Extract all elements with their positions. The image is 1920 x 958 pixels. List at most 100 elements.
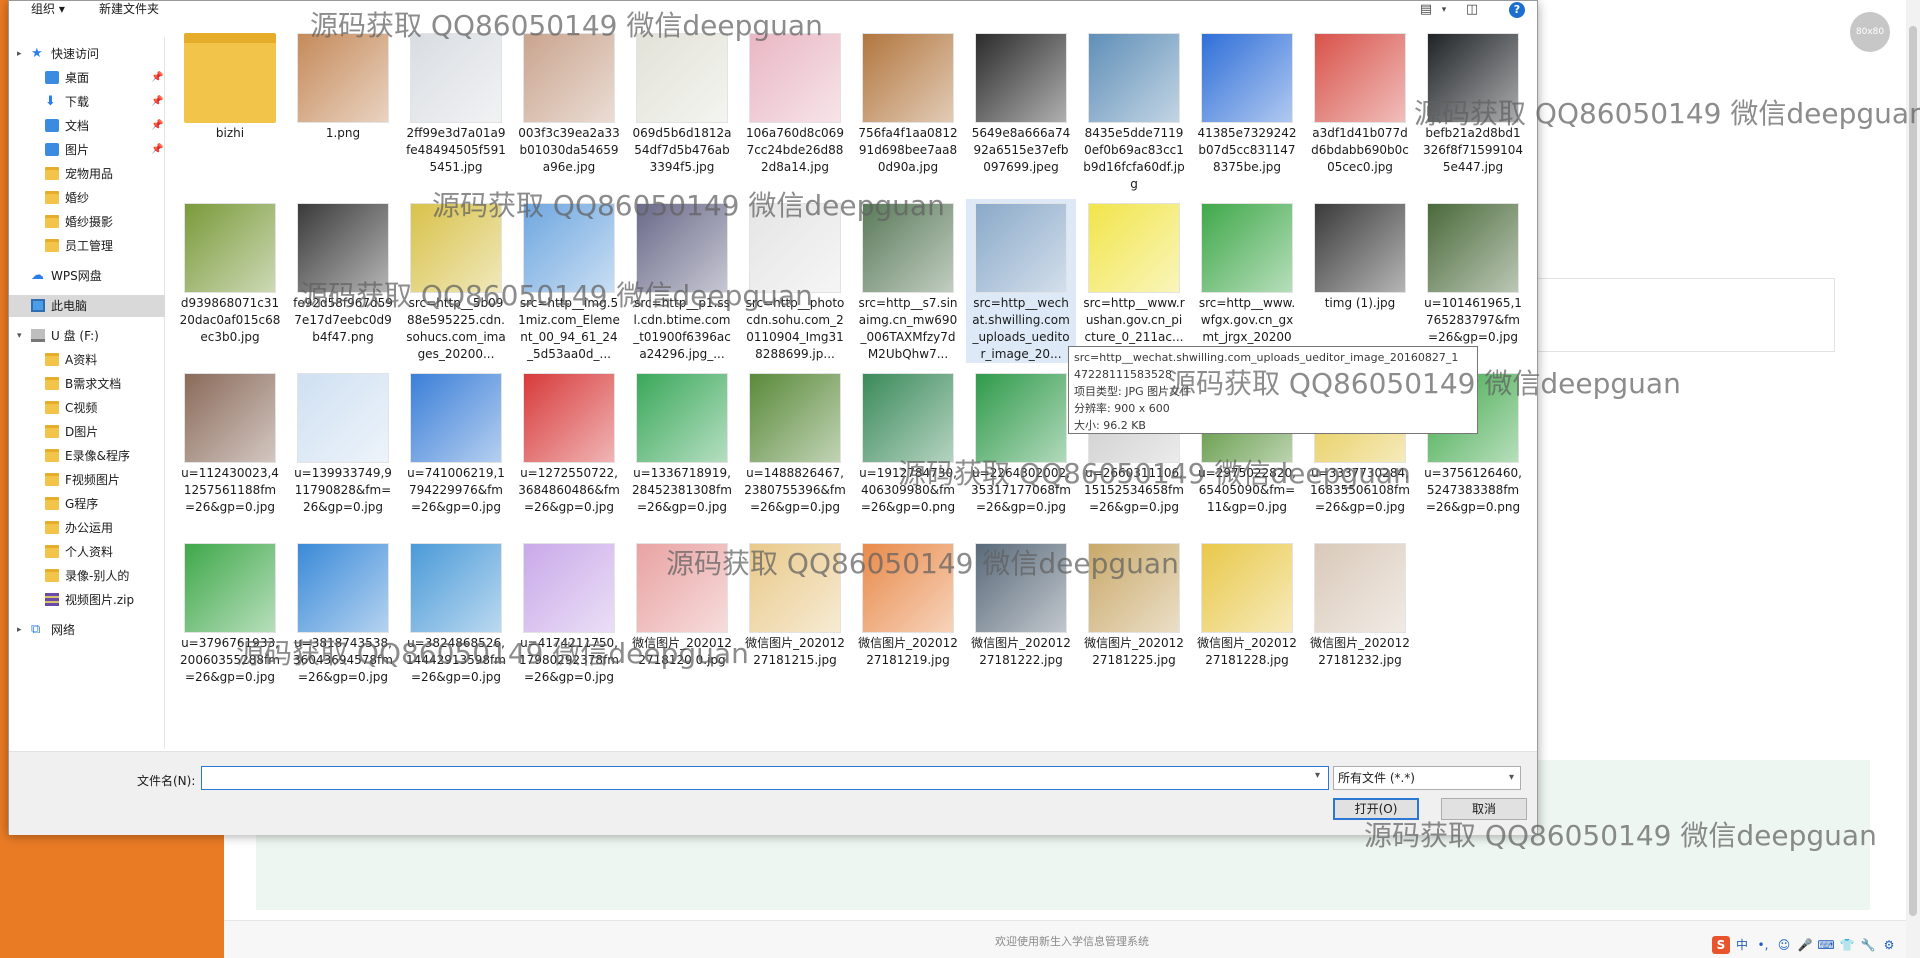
- file-item[interactable]: 微信图片_20201227181215.jpg: [740, 539, 850, 669]
- cancel-button[interactable]: 取消: [1441, 798, 1527, 820]
- file-item[interactable]: fe92d58f967d597e17d7eebc0d9b4f47.png: [288, 199, 398, 346]
- folder-icon: [45, 569, 59, 582]
- tray-icon[interactable]: ☺: [1775, 936, 1793, 954]
- help-icon[interactable]: ?: [1509, 2, 1525, 18]
- file-item[interactable]: u=1912784730,406309980&fm=26&gp=0.png: [853, 369, 963, 516]
- file-item[interactable]: 5649e8a666a7492a6515e37efb097699.jpeg: [966, 29, 1076, 176]
- file-item[interactable]: 41385e7329242b07d5cc8311478375be.jpg: [1192, 29, 1302, 176]
- nav-item[interactable]: F视频图片: [9, 469, 165, 491]
- file-item[interactable]: befb21a2d8bd1326f8f715991045e447.jpg: [1418, 29, 1528, 176]
- nav-item[interactable]: 视频图片.zip: [9, 589, 165, 611]
- tray-icon[interactable]: 🎤: [1796, 936, 1814, 954]
- tray-icon[interactable]: •,: [1754, 936, 1772, 954]
- file-item[interactable]: 756fa4f1aa081291d698bee7aa80d90a.jpg: [853, 29, 963, 176]
- file-item[interactable]: 微信图片_20201227181219.jpg: [853, 539, 963, 669]
- nav-item[interactable]: ▸ ★ 快速访问: [9, 43, 165, 65]
- desktop-icon: [45, 71, 59, 84]
- file-item[interactable]: 2ff99e3d7a01a9fe48494505f5915451.jpg: [401, 29, 511, 176]
- nav-item[interactable]: E录像&程序: [9, 445, 165, 467]
- file-item[interactable]: 微信图片_20201227181228.jpg: [1192, 539, 1302, 669]
- computer-icon: [31, 299, 45, 312]
- nav-item[interactable]: 婚纱: [9, 187, 165, 209]
- nav-item[interactable]: 桌面 📌: [9, 67, 165, 89]
- nav-item[interactable]: D图片: [9, 421, 165, 443]
- file-item[interactable]: u=4174211750,17980292378fm=26&gp=0.jpg: [514, 539, 624, 686]
- file-item[interactable]: u=741006219,1794229976&fm=26&gp=0.jpg: [401, 369, 511, 516]
- file-item[interactable]: 8435e5dde71190ef0b69ac83cc1b9d16fcfa60df…: [1079, 29, 1189, 193]
- nav-item[interactable]: 图片 📌: [9, 139, 165, 161]
- tray-icon[interactable]: 中: [1733, 936, 1751, 954]
- file-item[interactable]: src=http__www.wfgx.gov.cn_gxmt_jrgx_2020…: [1192, 199, 1302, 363]
- new-folder-button[interactable]: 新建文件夹: [93, 1, 165, 21]
- tray-icon[interactable]: ⌨: [1817, 936, 1835, 954]
- organize-button[interactable]: 组织 ▾: [25, 1, 71, 21]
- file-item[interactable]: 069d5b6d1812a54df7d5b476ab3394f5.jpg: [627, 29, 737, 176]
- nav-item-label: 此电脑: [51, 299, 88, 313]
- nav-item[interactable]: 婚纱摄影: [9, 211, 165, 233]
- nav-item[interactable]: 办公运用: [9, 517, 165, 539]
- nav-item[interactable]: 个人资料: [9, 541, 165, 563]
- file-item[interactable]: 106a760d8c0697cc24bde26d882d8a14.jpg: [740, 29, 850, 176]
- file-type-select[interactable]: 所有文件 (*.*) ▾: [1333, 766, 1521, 790]
- file-item[interactable]: u=3796761933,20060355288fm=26&gp=0.jpg: [175, 539, 285, 686]
- nav-item[interactable]: 录像-别人的: [9, 565, 165, 587]
- file-item[interactable]: u=112430023,41257561188fm=26&gp=0.jpg: [175, 369, 285, 516]
- file-item[interactable]: d939868071c3120dac0af015c68ec3b0.jpg: [175, 199, 285, 346]
- nav-item-label: 办公运用: [65, 521, 114, 535]
- file-item[interactable]: src=http__s7.sinaimg.cn_mw690_006TAXMfzy…: [853, 199, 963, 363]
- nav-item[interactable]: 文档 📌: [9, 115, 165, 137]
- nav-item[interactable]: A资料: [9, 349, 165, 371]
- nav-item[interactable]: ▾ U 盘 (F:): [9, 325, 165, 347]
- avatar[interactable]: 80x80: [1850, 12, 1890, 52]
- scrollbar-thumb[interactable]: [1909, 26, 1917, 916]
- nav-item[interactable]: 员工管理: [9, 235, 165, 257]
- file-item[interactable]: src=http__www.rushan.gov.cn_picture_0_21…: [1079, 199, 1189, 346]
- file-item[interactable]: 微信图片_20201227181222.jpg: [966, 539, 1076, 669]
- nav-item[interactable]: ⬇ 下载 📌: [9, 91, 165, 113]
- tray-icon[interactable]: 🔧: [1859, 936, 1877, 954]
- preview-pane-icon[interactable]: ◫: [1463, 2, 1481, 18]
- nav-item[interactable]: 此电脑: [9, 295, 165, 317]
- file-item[interactable]: u=3818743538,36043694578fm=26&gp=0.jpg: [288, 539, 398, 686]
- file-item[interactable]: 1.png: [288, 29, 398, 142]
- file-item[interactable]: 003f3c39ea2a33b01030da54659a96e.jpg: [514, 29, 624, 176]
- sogou-input-icon[interactable]: S: [1712, 936, 1730, 954]
- nav-item[interactable]: C视频: [9, 397, 165, 419]
- filename-input[interactable]: [201, 766, 1329, 790]
- file-item[interactable]: src=http__5b0988e595225.cdn.sohucs.com_i…: [401, 199, 511, 363]
- nav-item[interactable]: ☁ WPS网盘: [9, 265, 165, 287]
- page-textarea[interactable]: [1530, 278, 1835, 352]
- file-item[interactable]: 微信图片_20201227181225.jpg: [1079, 539, 1189, 669]
- file-item[interactable]: u=2264302002,35317177068fm=26&gp=0.jpg: [966, 369, 1076, 516]
- expand-caret-icon[interactable]: ▸: [17, 43, 22, 65]
- file-item[interactable]: a3df1d41b077dd6bdabb690b0c05cec0.jpg: [1305, 29, 1415, 176]
- nav-item[interactable]: G程序: [9, 493, 165, 515]
- file-item[interactable]: src=http__p1.ssl.cdn.btime.com_t01900f63…: [627, 199, 737, 363]
- file-item[interactable]: u=1336718919,28452381308fm=26&gp=0.jpg: [627, 369, 737, 516]
- file-item[interactable]: 微信图片_20201227181232.jpg: [1305, 539, 1415, 669]
- filename-dropdown-icon[interactable]: ▾: [1315, 770, 1320, 781]
- file-item[interactable]: u=3824868526,14442913598fm=26&gp=0.jpg: [401, 539, 511, 686]
- file-item[interactable]: u=1272550722,3684860486&fm=26&gp=0.jpg: [514, 369, 624, 516]
- nav-item[interactable]: ▸ ⧉ 网络: [9, 619, 165, 641]
- nav-item[interactable]: 宠物用品: [9, 163, 165, 185]
- file-item[interactable]: src=http__photocdn.sohu.com_20110904_Img…: [740, 199, 850, 363]
- nav-item[interactable]: B需求文档: [9, 373, 165, 395]
- tray-icon[interactable]: ⚙: [1880, 936, 1898, 954]
- tray-icon[interactable]: 👕: [1838, 936, 1856, 954]
- page-scrollbar[interactable]: [1906, 0, 1920, 958]
- file-item[interactable]: 微信图片_2020122718120 0.jpg: [627, 539, 737, 669]
- file-item[interactable]: timg (1).jpg: [1305, 199, 1415, 312]
- folder-item[interactable]: bizhi: [175, 29, 285, 142]
- file-item[interactable]: src=http__img.51miz.com_Element_00_94_61…: [514, 199, 624, 363]
- view-options-icon[interactable]: ▤: [1417, 2, 1435, 18]
- expand-caret-icon[interactable]: ▾: [17, 325, 22, 347]
- file-item[interactable]: u=101461965,1765283797&fm=26&gp=0.jpg: [1418, 199, 1528, 346]
- pin-icon: 📌: [151, 144, 164, 155]
- chevron-down-icon[interactable]: ▾: [1435, 2, 1453, 18]
- file-item[interactable]: u=1488826467,2380755396&fm=26&gp=0.jpg: [740, 369, 850, 516]
- open-button[interactable]: 打开(O): [1333, 798, 1419, 820]
- file-item[interactable]: src=http__wechat.shwilling.com_uploads_u…: [966, 199, 1076, 363]
- expand-caret-icon[interactable]: ▸: [17, 619, 22, 641]
- file-item[interactable]: u=139933749,911790828&fm=26&gp=0.jpg: [288, 369, 398, 516]
